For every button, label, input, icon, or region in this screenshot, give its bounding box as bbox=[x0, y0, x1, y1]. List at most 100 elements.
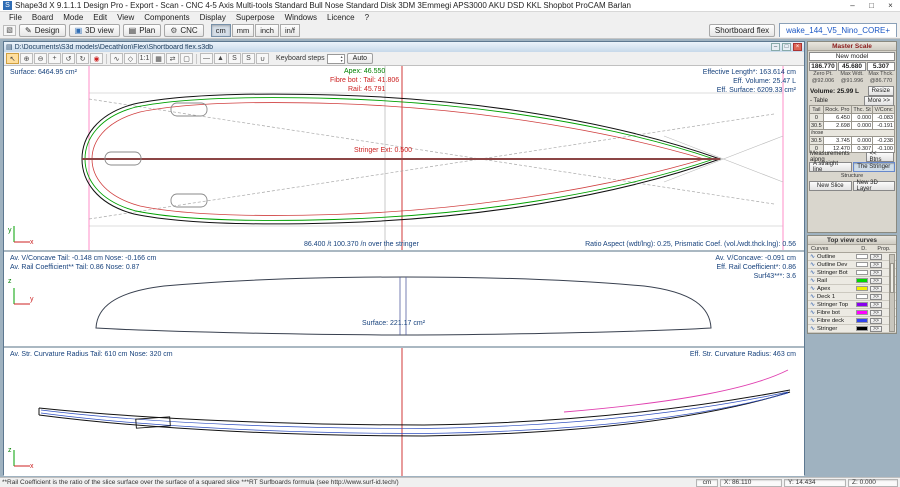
curve-row-stringer-bot[interactable]: ∿ Stringer Bot >> bbox=[808, 269, 896, 277]
keyboard-steps-stepper[interactable]: ▴ ▾ bbox=[327, 54, 345, 64]
top-view-canvas[interactable] bbox=[4, 66, 804, 250]
menu-help[interactable]: ? bbox=[360, 12, 374, 22]
pan-icon[interactable]: + bbox=[48, 53, 61, 64]
menu-components[interactable]: Components bbox=[139, 12, 194, 22]
model-name-field[interactable]: New model bbox=[809, 52, 895, 61]
unit-mm-button[interactable]: mm bbox=[232, 24, 255, 37]
straight-line-button[interactable]: A straight line bbox=[809, 162, 852, 172]
curve-color-chip[interactable] bbox=[856, 294, 868, 299]
curve-color-chip[interactable] bbox=[856, 270, 868, 275]
master-scale-header[interactable]: Master Scale bbox=[808, 42, 896, 51]
measure-icon[interactable]: ▢ bbox=[180, 53, 193, 64]
curve-prop-button[interactable]: >> bbox=[870, 254, 882, 260]
menu-mode[interactable]: Mode bbox=[58, 12, 88, 22]
length-field[interactable]: 186.770 bbox=[809, 62, 837, 71]
profile-view-canvas[interactable] bbox=[4, 348, 804, 476]
zoom-in-icon[interactable]: ⊕ bbox=[20, 53, 33, 64]
the-stringer-button[interactable]: The Stringer bbox=[853, 162, 896, 172]
table-row[interactable]: 30.5 2.698 0.000 -0.191 bbox=[810, 122, 895, 130]
undo-icon[interactable]: ↺ bbox=[62, 53, 75, 64]
table-row[interactable]: 30.5 3.745 0.000 -0.238 bbox=[810, 137, 895, 145]
3d-view-button[interactable]: ▣ 3D view bbox=[69, 24, 120, 37]
curve-row-stringer-top[interactable]: ∿ Stringer Top >> bbox=[808, 301, 896, 309]
curve-row-fibre-deck[interactable]: ∿ Fibre deck >> bbox=[808, 317, 896, 325]
node-edit-icon[interactable]: ◇ bbox=[124, 53, 137, 64]
redo-icon[interactable]: ↻ bbox=[76, 53, 89, 64]
new-3d-layer-button[interactable]: New 3D Layer bbox=[853, 181, 896, 191]
grid-icon[interactable]: ▦ bbox=[152, 53, 165, 64]
guideline-icon[interactable]: ◉ bbox=[90, 53, 103, 64]
menu-view[interactable]: View bbox=[112, 12, 139, 22]
curve-prop-button[interactable]: >> bbox=[870, 302, 882, 308]
top-view-panel[interactable]: Surface: 6464.95 cm² Apex: 46.550 Fibre … bbox=[4, 66, 804, 250]
thickness-field[interactable]: 5.307 bbox=[867, 62, 895, 71]
unit-inch-button[interactable]: inch bbox=[255, 24, 279, 37]
slice-view-panel[interactable]: Av. V/Concave Tail: -0.148 cm Nose: -0.1… bbox=[4, 252, 804, 346]
curve-row-rail[interactable]: ∿ Rail >> bbox=[808, 277, 896, 285]
curve-prop-button[interactable]: >> bbox=[870, 286, 882, 292]
plan-button[interactable]: ▤ Plan bbox=[123, 24, 162, 37]
mirror-icon[interactable]: ⇄ bbox=[166, 53, 179, 64]
curve-color-chip[interactable] bbox=[856, 262, 868, 267]
curve-prop-button[interactable]: >> bbox=[870, 318, 882, 324]
curve-color-chip[interactable] bbox=[856, 278, 868, 283]
select-tool-icon[interactable]: ↖ bbox=[6, 53, 19, 64]
curve-row-stringer[interactable]: ∿ Stringer >> bbox=[808, 325, 896, 333]
curves-scrollbar[interactable] bbox=[889, 254, 895, 332]
curve-color-chip[interactable] bbox=[856, 286, 868, 291]
unit-cm-button[interactable]: cm bbox=[211, 24, 231, 37]
line-style-icon[interactable]: — bbox=[200, 53, 213, 64]
curve-row-apex[interactable]: ∿ Apex >> bbox=[808, 285, 896, 293]
width-field[interactable]: 45.680 bbox=[838, 62, 866, 71]
curve-row-outline-dev[interactable]: ∿ Outline Dev >> bbox=[808, 261, 896, 269]
curve-prop-button[interactable]: >> bbox=[870, 294, 882, 300]
curve-tool-icon[interactable]: ∿ bbox=[110, 53, 123, 64]
new-board-icon[interactable]: ▧ bbox=[3, 25, 16, 36]
curve-prop-button[interactable]: >> bbox=[870, 278, 882, 284]
curve-color-chip[interactable] bbox=[856, 310, 868, 315]
menu-file[interactable]: File bbox=[4, 12, 27, 22]
doc-close-button[interactable]: × bbox=[793, 43, 802, 51]
menu-superpose[interactable]: Superpose bbox=[231, 12, 280, 22]
menu-windows[interactable]: Windows bbox=[280, 12, 322, 22]
curve-row-fibre-bot[interactable]: ∿ Fibre bot >> bbox=[808, 309, 896, 317]
scale-1-1-button[interactable]: 1:1 bbox=[138, 53, 151, 64]
curve-color-chip[interactable] bbox=[856, 302, 868, 307]
stepper-down-icon[interactable]: ▾ bbox=[341, 59, 343, 63]
design-button[interactable]: ✎ Design bbox=[19, 24, 66, 37]
more-button[interactable]: More >> bbox=[864, 96, 894, 106]
curve-row-outline[interactable]: ∿ Outline >> bbox=[808, 253, 896, 261]
slice-s1-icon[interactable]: S bbox=[228, 53, 241, 64]
minimize-button[interactable]: – bbox=[843, 0, 862, 12]
slice-s2-icon[interactable]: S bbox=[242, 53, 255, 64]
menu-display[interactable]: Display bbox=[195, 12, 231, 22]
resize-button[interactable]: Resize bbox=[868, 86, 894, 96]
magnet-icon[interactable]: ∪ bbox=[256, 53, 269, 64]
fill-triangle-icon[interactable]: ▲ bbox=[214, 53, 227, 64]
auto-button[interactable]: Auto bbox=[347, 53, 373, 64]
table-row[interactable]: 0 6.450 0.000 -0.083 bbox=[810, 114, 895, 122]
menu-licence[interactable]: Licence bbox=[322, 12, 360, 22]
maximize-button[interactable]: □ bbox=[862, 0, 881, 12]
doc-restore-button[interactable]: □ bbox=[782, 43, 791, 51]
curve-color-chip[interactable] bbox=[856, 326, 868, 331]
curve-prop-button[interactable]: >> bbox=[870, 310, 882, 316]
curve-prop-button[interactable]: >> bbox=[870, 270, 882, 276]
doc-minimize-button[interactable]: – bbox=[771, 43, 780, 51]
zoom-out-icon[interactable]: ⊖ bbox=[34, 53, 47, 64]
curve-prop-button[interactable]: >> bbox=[870, 326, 882, 332]
document-tab[interactable]: wake_144_V5_Nino_CORE+ bbox=[779, 23, 897, 37]
curve-row-deck-1[interactable]: ∿ Deck 1 >> bbox=[808, 293, 896, 301]
cnc-button[interactable]: ⚙ CNC bbox=[164, 24, 204, 37]
profile-view-panel[interactable]: Av. Str. Curvature Radius Tail: 610 cm N… bbox=[4, 348, 804, 476]
board-model-button[interactable]: Shortboard flex bbox=[709, 24, 775, 37]
curve-prop-button[interactable]: >> bbox=[870, 262, 882, 268]
btns-toggle-button[interactable]: << Btns bbox=[866, 152, 895, 162]
new-slice-button[interactable]: New Slice bbox=[809, 181, 852, 191]
menu-board[interactable]: Board bbox=[27, 12, 58, 22]
unit-inf-button[interactable]: in/f bbox=[280, 24, 300, 37]
curve-color-chip[interactable] bbox=[856, 318, 868, 323]
curve-color-chip[interactable] bbox=[856, 254, 868, 259]
table-toggle[interactable]: - Table bbox=[810, 98, 828, 104]
close-button[interactable]: × bbox=[881, 0, 900, 12]
